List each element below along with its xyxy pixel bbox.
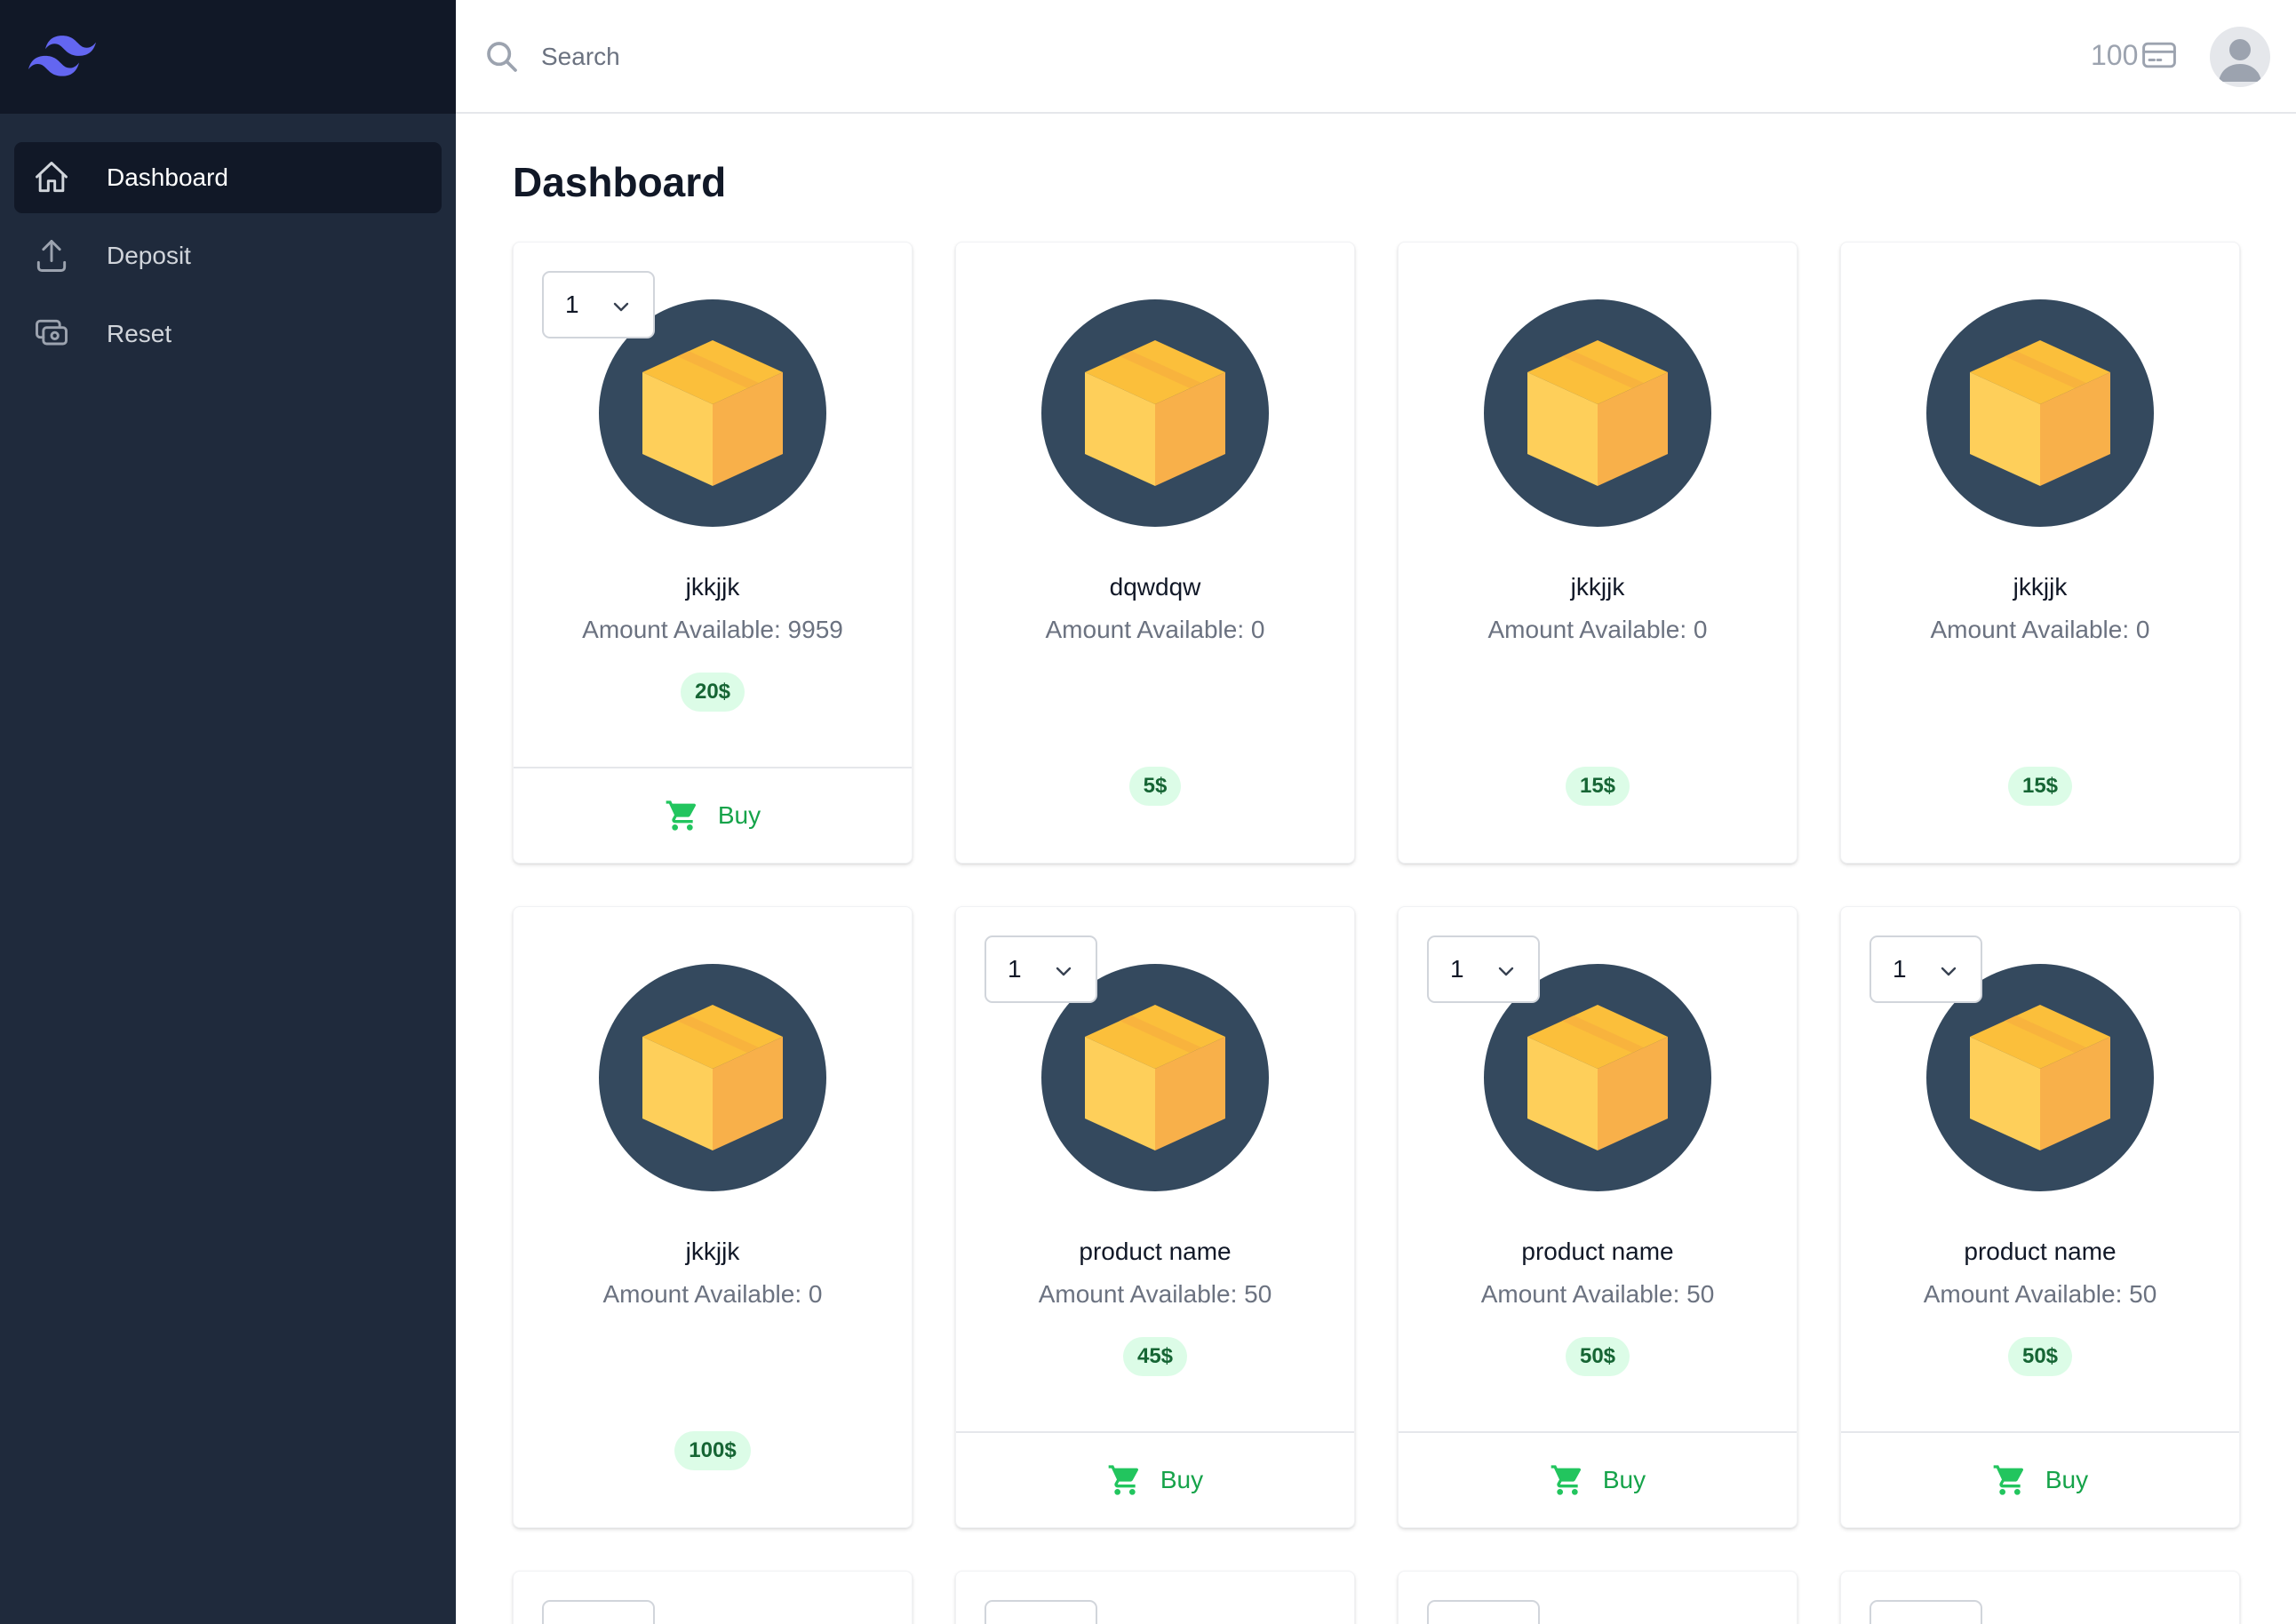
product-amount: Amount Available: 50 xyxy=(1480,1280,1715,1308)
quantity-select[interactable] xyxy=(542,1600,655,1624)
sidebar-item-deposit[interactable]: Deposit xyxy=(14,220,442,291)
product-card: dqwdqw Amount Available: 0 5$ xyxy=(955,242,1355,864)
sidebar-item-reset[interactable]: Reset xyxy=(14,299,442,370)
cart-icon xyxy=(1108,1465,1138,1495)
sidebar-item-label: Dashboard xyxy=(107,163,228,191)
buy-label: Buy xyxy=(717,801,761,829)
product-box-icon xyxy=(599,964,826,1191)
product-name: dqwdqw xyxy=(1109,573,1201,601)
avatar[interactable] xyxy=(2210,27,2270,87)
quantity-value: 1 xyxy=(1450,955,1464,983)
product-card: 1 product name Amount Available: 50 50$ Buy xyxy=(1840,906,2240,1528)
product-card xyxy=(955,1571,1355,1624)
credit-card-icon xyxy=(2142,42,2177,68)
product-name: product name xyxy=(1964,1238,2117,1265)
app-logo-icon[interactable] xyxy=(28,36,96,78)
balance-value: 100 xyxy=(2091,38,2139,71)
cart-icon xyxy=(666,800,696,831)
product-box-icon xyxy=(1041,299,1269,527)
product-card xyxy=(513,1571,913,1624)
quantity-select[interactable]: 1 xyxy=(1427,935,1540,1003)
search-icon xyxy=(487,42,517,72)
product-amount: Amount Available: 50 xyxy=(1923,1280,2157,1308)
product-name: jkkjjk xyxy=(685,1238,740,1265)
user-icon xyxy=(2219,39,2261,82)
price-wrap: 5$ xyxy=(956,767,1354,806)
buy-label: Buy xyxy=(2045,1466,2089,1493)
quantity-select[interactable]: 1 xyxy=(542,271,655,338)
product-card: jkkjjk Amount Available: 0 100$ xyxy=(513,906,913,1528)
product-card: 1 product name Amount Available: 50 50$ Buy xyxy=(1398,906,1798,1528)
product-amount: Amount Available: 9959 xyxy=(582,616,843,643)
product-card: 1 jkkjjk Amount Available: 9959 20$ Buy xyxy=(513,242,913,864)
price-badge: 50$ xyxy=(2007,1337,2073,1376)
product-grid: 1 jkkjjk Amount Available: 9959 20$ Buy dqw… xyxy=(513,242,2242,1624)
cart-icon xyxy=(1993,1465,2023,1495)
price-badge: 15$ xyxy=(2007,767,2073,806)
price-badge: 5$ xyxy=(1128,767,1182,806)
product-card xyxy=(1398,1571,1798,1624)
product-amount: Amount Available: 0 xyxy=(1487,616,1708,643)
chevron-down-icon xyxy=(1498,967,1514,976)
buy-button[interactable]: Buy xyxy=(1841,1431,2239,1527)
product-box-icon xyxy=(1926,299,2154,527)
price-wrap: 50$ xyxy=(1399,1337,1797,1376)
price-badge: 50$ xyxy=(1565,1337,1630,1376)
quantity-select[interactable]: 1 xyxy=(1869,935,1982,1003)
quantity-select[interactable] xyxy=(1427,1600,1540,1624)
buy-button[interactable]: Buy xyxy=(956,1431,1354,1527)
product-name: product name xyxy=(1521,1238,1674,1265)
product-name: jkkjjk xyxy=(1570,573,1625,601)
price-wrap: 20$ xyxy=(514,673,912,712)
product-name: product name xyxy=(1079,1238,1232,1265)
upload-icon xyxy=(30,235,73,277)
cart-icon xyxy=(1551,1465,1581,1495)
price-wrap: 50$ xyxy=(1841,1337,2239,1376)
price-badge: 100$ xyxy=(674,1431,751,1470)
price-wrap: 100$ xyxy=(514,1431,912,1470)
top-bar: 100 xyxy=(456,0,2296,114)
quantity-value: 1 xyxy=(565,291,579,318)
chevron-down-icon xyxy=(1056,967,1072,976)
product-amount: Amount Available: 0 xyxy=(1045,616,1265,643)
sidebar-item-dashboard[interactable]: Dashboard xyxy=(14,142,442,213)
sidebar-item-label: Reset xyxy=(107,320,172,347)
cash-icon xyxy=(30,313,73,355)
product-amount: Amount Available: 50 xyxy=(1038,1280,1272,1308)
quantity-select[interactable] xyxy=(985,1600,1097,1624)
price-badge: 15$ xyxy=(1565,767,1630,806)
home-icon xyxy=(30,156,73,199)
page-title: Dashboard xyxy=(513,159,727,205)
balance-display: 100 xyxy=(2091,36,2179,75)
buy-label: Buy xyxy=(1602,1466,1646,1493)
buy-button[interactable]: Buy xyxy=(1399,1431,1797,1527)
product-card xyxy=(1840,1571,2240,1624)
product-name: jkkjjk xyxy=(685,573,740,601)
search-input[interactable] xyxy=(541,30,1341,84)
quantity-select[interactable] xyxy=(1869,1600,1982,1624)
product-amount: Amount Available: 0 xyxy=(602,1280,823,1308)
buy-button[interactable]: Buy xyxy=(514,767,912,863)
sidebar-item-label: Deposit xyxy=(107,242,191,269)
quantity-value: 1 xyxy=(1008,955,1022,983)
product-name: jkkjjk xyxy=(2013,573,2068,601)
price-wrap: 15$ xyxy=(1399,767,1797,806)
product-card: jkkjjk Amount Available: 0 15$ xyxy=(1398,242,1798,864)
chevron-down-icon xyxy=(613,302,629,312)
product-card: 1 product name Amount Available: 50 45$ Buy xyxy=(955,906,1355,1528)
quantity-select[interactable]: 1 xyxy=(985,935,1097,1003)
product-amount: Amount Available: 0 xyxy=(1930,616,2150,643)
price-wrap: 45$ xyxy=(956,1337,1354,1376)
product-box-icon xyxy=(1484,299,1711,527)
sidebar-header xyxy=(0,0,456,114)
price-badge: 45$ xyxy=(1122,1337,1188,1376)
price-badge: 20$ xyxy=(680,673,745,712)
sidebar: Dashboard Deposit Reset xyxy=(0,0,456,1624)
price-wrap: 15$ xyxy=(1841,767,2239,806)
quantity-value: 1 xyxy=(1893,955,1907,983)
chevron-down-icon xyxy=(1941,967,1957,976)
product-card: jkkjjk Amount Available: 0 15$ xyxy=(1840,242,2240,864)
buy-label: Buy xyxy=(1160,1466,1204,1493)
sidebar-nav: Dashboard Deposit Reset xyxy=(0,114,456,370)
